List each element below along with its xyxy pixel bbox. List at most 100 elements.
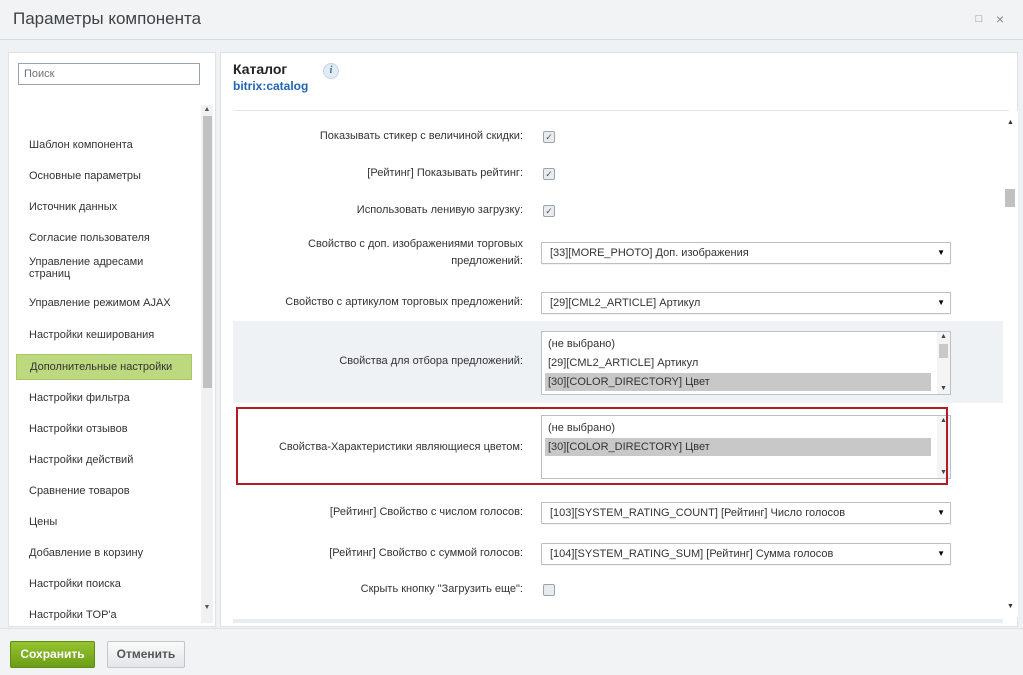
property-label: [Рейтинг] Свойство с суммой голосов: xyxy=(329,547,523,559)
property-label: Скрыть кнопку "Загрузить еще": xyxy=(360,583,523,595)
sidebar-scrollbar-thumb[interactable] xyxy=(203,116,212,388)
property-label: Свойства для отбора предложений: xyxy=(339,355,523,367)
listbox-option[interactable]: [29][CML2_ARTICLE] Артикул xyxy=(545,354,931,372)
check-icon: ✓ xyxy=(545,132,553,142)
dropdown-arrow-icon: ▼ xyxy=(937,298,945,307)
scroll-down-icon[interactable]: ▼ xyxy=(201,603,213,613)
sidebar-item-label: Основные параметры xyxy=(29,170,141,182)
sidebar-item-prices[interactable]: Цены xyxy=(16,508,192,536)
property-label: [Рейтинг] Свойство с числом голосов: xyxy=(329,506,523,518)
listbox-scrollbar-thumb[interactable] xyxy=(939,344,948,358)
settings-panel: Каталог i bitrix:catalog Показывать стик… xyxy=(220,52,1018,627)
dropdown-arrow-icon: ▼ xyxy=(937,248,945,257)
property-label: [Рейтинг] Показывать рейтинг: xyxy=(367,167,523,179)
check-icon: ✓ xyxy=(545,169,553,179)
sidebar-item-actions[interactable]: Настройки действий xyxy=(16,446,192,474)
scroll-up-icon[interactable]: ▲ xyxy=(1003,117,1018,129)
panel-bottom-strip xyxy=(233,619,1003,623)
close-icon[interactable]: × xyxy=(993,12,1007,26)
select-value: [33][MORE_PHOTO] Доп. изображения xyxy=(550,247,749,259)
property-row: [Рейтинг] Свойство с суммой голосов: [10… xyxy=(233,533,1003,573)
more-photo-select[interactable]: [33][MORE_PHOTO] Доп. изображения ▼ xyxy=(541,242,951,264)
discount-sticker-checkbox[interactable]: ✓ xyxy=(543,131,555,143)
main-scrollbar-thumb[interactable] xyxy=(1005,189,1015,207)
check-icon: ✓ xyxy=(545,206,553,216)
sidebar-item-additional[interactable]: Дополнительные настройки xyxy=(16,354,192,380)
component-name: Каталог xyxy=(233,61,288,77)
save-button[interactable]: Сохранить xyxy=(10,641,95,668)
sidebar-item-search[interactable]: Настройки поиска xyxy=(16,570,192,598)
sidebar-item-ajax[interactable]: Управление режимом AJAX xyxy=(16,289,192,317)
sidebar-item-label: Настройки кеширования xyxy=(29,329,155,341)
property-row: [Рейтинг] Показывать рейтинг: ✓ xyxy=(233,161,1003,187)
property-row: Свойства для отбора предложений: (не выб… xyxy=(233,321,1003,403)
sidebar-item-label: Цены xyxy=(29,516,58,528)
article-select[interactable]: [29][CML2_ARTICLE] Артикул ▼ xyxy=(541,292,951,314)
property-row: [Рейтинг] Свойство с числом голосов: [10… xyxy=(233,492,1003,532)
sidebar-item-main-params[interactable]: Основные параметры xyxy=(16,162,192,190)
offer-tree-props-listbox[interactable]: (не выбрано) [29][CML2_ARTICLE] Артикул … xyxy=(541,331,951,395)
cancel-button[interactable]: Отменить xyxy=(107,641,185,668)
scroll-up-icon[interactable]: ▲ xyxy=(201,105,213,115)
sidebar-item-label: Настройки TOP'a xyxy=(29,609,117,621)
dialog-titlebar: Параметры компонента □ × xyxy=(0,0,1023,40)
property-label-line1: Свойство с доп. изображениями торговых xyxy=(308,238,523,250)
sidebar-item-reviews[interactable]: Настройки отзывов xyxy=(16,415,192,443)
scroll-down-icon[interactable]: ▼ xyxy=(937,384,950,394)
info-icon[interactable]: i xyxy=(323,63,339,79)
property-row: Свойство с артикулом торговых предложени… xyxy=(233,286,1003,320)
listbox-option[interactable]: (не выбрано) xyxy=(545,335,931,353)
scroll-down-icon[interactable]: ▼ xyxy=(1003,601,1018,613)
sidebar-item-user-consent[interactable]: Согласие пользователя xyxy=(16,224,192,252)
sidebar-item-label: Настройки отзывов xyxy=(29,423,128,435)
rating-count-select[interactable]: [103][SYSTEM_RATING_COUNT] [Рейтинг] Чис… xyxy=(541,502,951,524)
sidebar-item-sef[interactable]: Управление адресами страниц xyxy=(16,251,192,285)
sidebar-item-label: Дополнительные настройки xyxy=(30,361,173,373)
listbox-option-selected[interactable]: [30][COLOR_DIRECTORY] Цвет xyxy=(545,373,931,391)
sidebar-item-label: Источник данных xyxy=(29,201,118,213)
property-label: Показывать стикер с величиной скидки: xyxy=(319,130,523,142)
sidebar-item-template[interactable]: Шаблон компонента xyxy=(16,131,192,159)
property-row: Свойство с доп. изображениями торговых п… xyxy=(233,232,1003,284)
component-code: bitrix:catalog xyxy=(233,79,309,93)
property-label: Свойство с артикулом торговых предложени… xyxy=(285,296,523,308)
lazy-load-checkbox[interactable]: ✓ xyxy=(543,205,555,217)
sidebar-item-filter[interactable]: Настройки фильтра xyxy=(16,384,192,412)
sidebar-item-label: Добавление в корзину xyxy=(29,547,144,559)
sidebar-item-label: Согласие пользователя xyxy=(29,232,150,244)
sidebar-item-basket[interactable]: Добавление в корзину xyxy=(16,539,192,567)
select-value: [103][SYSTEM_RATING_COUNT] [Рейтинг] Чис… xyxy=(550,507,846,519)
sidebar-item-label: Настройки поиска xyxy=(29,578,121,590)
property-row: Использовать ленивую загрузку: ✓ xyxy=(233,198,1003,224)
hide-load-more-checkbox[interactable] xyxy=(543,584,555,596)
dialog-body: Шаблон компонента Основные параметры Ист… xyxy=(0,40,1023,628)
sidebar-item-data-source[interactable]: Источник данных xyxy=(16,193,192,221)
main-scrollbar[interactable] xyxy=(1003,111,1018,617)
sidebar-item-cache[interactable]: Настройки кеширования xyxy=(16,321,192,349)
sidebar-item-label: Сравнение товаров xyxy=(29,485,130,497)
select-value: [104][SYSTEM_RATING_SUM] [Рейтинг] Сумма… xyxy=(550,548,834,560)
dialog-footer: Сохранить Отменить xyxy=(0,628,1023,675)
scroll-up-icon[interactable]: ▲ xyxy=(937,332,950,342)
sidebar-item-label: Настройки действий xyxy=(29,454,134,466)
property-label-line2: предложений: xyxy=(451,255,523,267)
dropdown-arrow-icon: ▼ xyxy=(937,549,945,558)
dialog-title: Параметры компонента xyxy=(13,9,202,28)
show-rating-checkbox[interactable]: ✓ xyxy=(543,168,555,180)
restore-icon[interactable]: □ xyxy=(972,12,986,26)
dropdown-arrow-icon: ▼ xyxy=(937,508,945,517)
sidebar-item-label: Шаблон компонента xyxy=(29,139,133,151)
sidebar: Шаблон компонента Основные параметры Ист… xyxy=(8,52,216,627)
sidebar-item-label: Управление адресами страниц xyxy=(29,256,144,280)
properties-list: Показывать стикер с величиной скидки: ✓ … xyxy=(233,111,1003,617)
property-row: Показывать стикер с величиной скидки: ✓ xyxy=(233,124,1003,150)
highlight-frame xyxy=(236,407,948,485)
property-row: Скрыть кнопку "Загрузить еще": xyxy=(233,577,1003,603)
sidebar-item-label: Управление режимом AJAX xyxy=(29,297,171,309)
property-label: Использовать ленивую загрузку: xyxy=(356,204,523,216)
search-input[interactable] xyxy=(18,63,200,85)
sidebar-item-compare[interactable]: Сравнение товаров xyxy=(16,477,192,505)
select-value: [29][CML2_ARTICLE] Артикул xyxy=(550,297,701,309)
rating-sum-select[interactable]: [104][SYSTEM_RATING_SUM] [Рейтинг] Сумма… xyxy=(541,543,951,565)
sidebar-item-top[interactable]: Настройки TOP'a xyxy=(16,601,192,629)
